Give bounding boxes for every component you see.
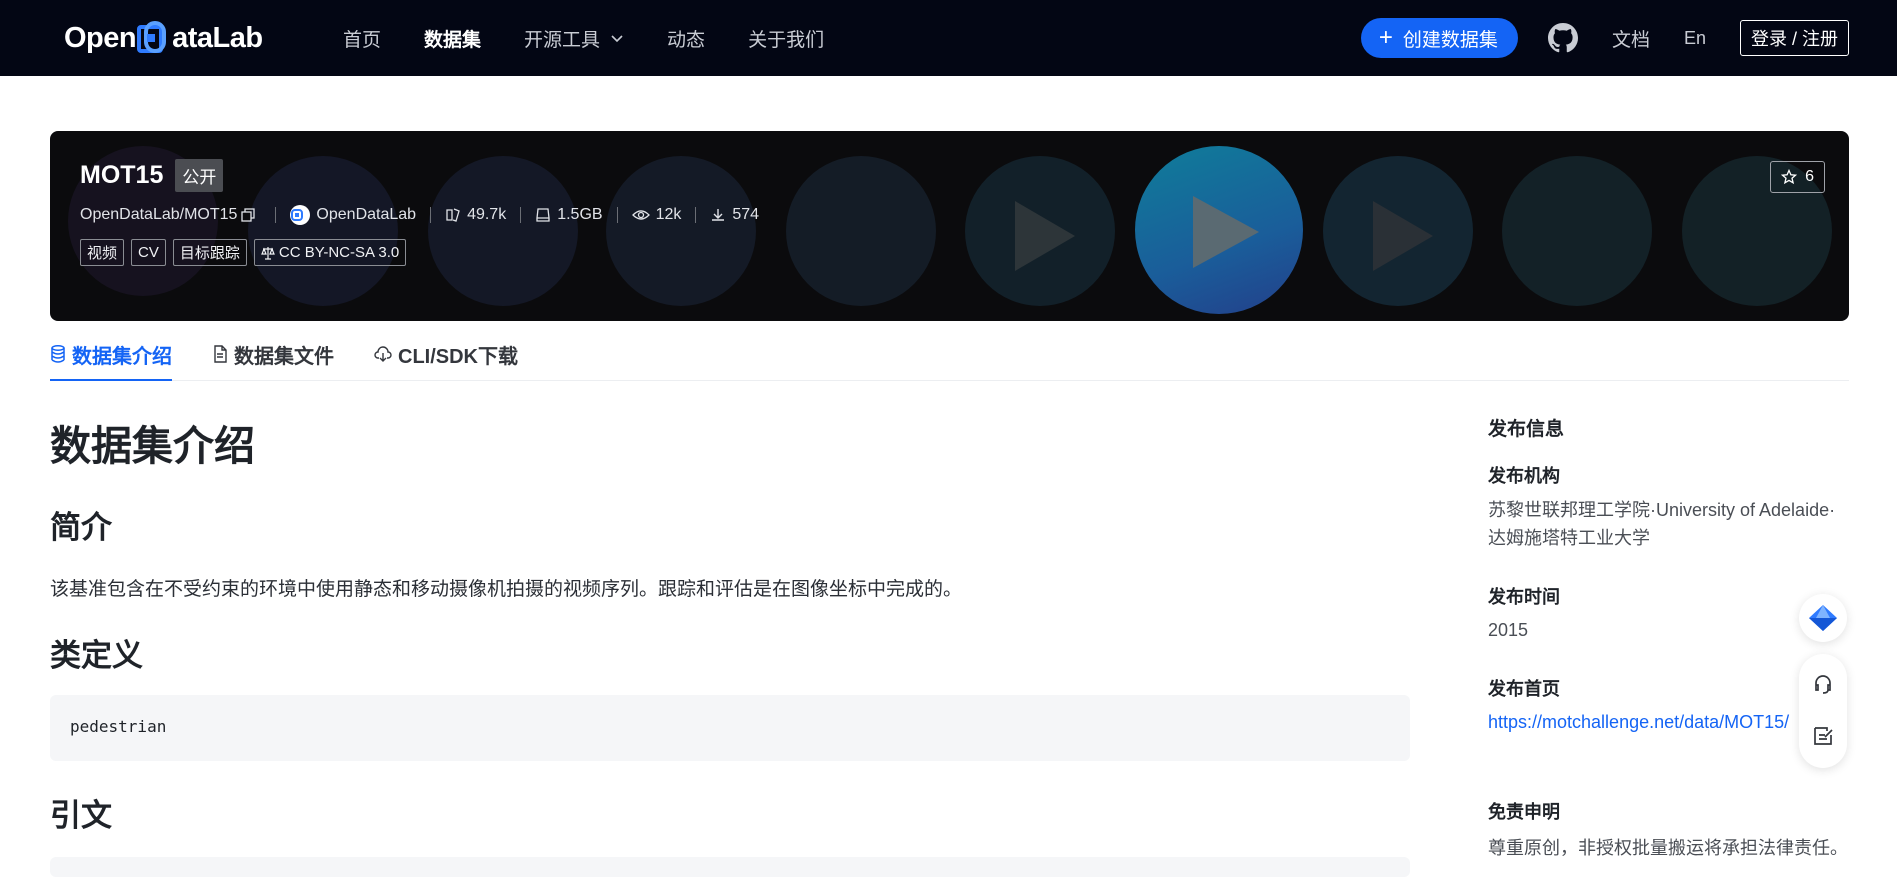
site-logo[interactable]: Open ataLab	[64, 20, 263, 56]
top-nav: Open ataLab 首页 数据集 开源工具 动态 关于我们 + 创建数据集 …	[0, 0, 1897, 76]
nav-news[interactable]: 动态	[667, 25, 705, 52]
storage-size: 1.5GB	[535, 206, 603, 224]
star-icon	[1781, 169, 1798, 185]
release-info-title: 发布信息	[1488, 419, 1565, 440]
tag-chip[interactable]: CV	[131, 239, 166, 266]
file-icon	[214, 345, 227, 363]
nav-datasets[interactable]: 数据集	[424, 25, 481, 52]
publisher-value: 苏黎世联邦理工学院·University of Adelaide·达姆施塔特工业…	[1488, 500, 1836, 548]
dataset-header: MOT15 公开 OpenDataLab/MOT15 OpenDataLab 4…	[80, 159, 759, 266]
publisher-label: 发布机构	[1488, 466, 1560, 486]
play-icon	[1015, 201, 1075, 271]
homepage-label: 发布首页	[1488, 679, 1560, 699]
release-time-value: 2015	[1488, 620, 1529, 640]
org-link[interactable]: OpenDataLab	[290, 205, 416, 225]
logo-rest-text: ataLab	[172, 21, 263, 54]
copy-icon[interactable]	[241, 208, 256, 222]
banner-decor-circle	[1323, 156, 1473, 306]
hard-drive-icon	[536, 208, 550, 222]
nav-about[interactable]: 关于我们	[748, 25, 824, 52]
headset-support-icon[interactable]	[1811, 672, 1835, 696]
section-heading: 数据集介绍	[50, 423, 255, 469]
tab-cli-sdk[interactable]: CLI/SDK下载	[374, 336, 518, 381]
dataset-tabs: 数据集介绍 数据集文件 CLI/SDK下载	[50, 336, 1849, 381]
create-dataset-button[interactable]: + 创建数据集	[1360, 18, 1518, 58]
database-icon	[51, 345, 65, 363]
opendatalab-logo-icon	[291, 209, 304, 221]
logo-d-icon	[137, 21, 167, 53]
login-register-button[interactable]: 登录 / 注册	[1739, 20, 1849, 56]
public-badge: 公开	[175, 159, 224, 192]
meta-divider	[275, 207, 277, 223]
intro-text: 该基准包含在不受约束的环境中使用静态和移动摄像机拍摄的视频序列。跟踪和评估是在图…	[50, 579, 963, 600]
tag-list: 视频 CV 目标跟踪 CC BY-NC-SA 3.0	[80, 239, 759, 266]
meta-divider	[695, 207, 697, 223]
homepage-link[interactable]: https://motchallenge.net/data/MOT15/	[1488, 712, 1789, 733]
nav-home[interactable]: 首页	[343, 25, 381, 52]
tag-chip[interactable]: 目标跟踪	[172, 239, 247, 266]
chevron-down-icon	[611, 35, 623, 43]
citation-code-block	[50, 857, 1410, 877]
class-code-block: pedestrian	[50, 695, 1410, 761]
files-icon	[446, 208, 460, 222]
star-button[interactable]: 6	[1770, 161, 1825, 193]
logo-open-text: Open	[64, 21, 137, 54]
play-icon	[1193, 196, 1259, 268]
play-icon	[1373, 201, 1433, 271]
tab-files[interactable]: 数据集文件	[212, 336, 334, 381]
dataset-meta: OpenDataLab/MOT15 OpenDataLab 49.7k 1.5G…	[80, 205, 759, 225]
assistant-button[interactable]	[1799, 594, 1847, 642]
download-icon	[712, 209, 725, 221]
floating-toolbar	[1799, 654, 1847, 768]
banner-decor-circle	[1135, 146, 1303, 314]
banner-decor-circle	[786, 156, 936, 306]
assistant-logo-icon	[1809, 605, 1837, 631]
class-definition-heading: 类定义	[50, 638, 143, 673]
dataset-title: MOT15	[80, 161, 164, 189]
license-chip[interactable]: CC BY-NC-SA 3.0	[253, 239, 407, 266]
dataset-title-row: MOT15 公开	[80, 159, 759, 192]
meta-divider	[616, 207, 618, 223]
repo-name: OpenDataLab/MOT15	[80, 206, 261, 224]
release-time-label: 发布时间	[1488, 587, 1560, 607]
nav-open-tools[interactable]: 开源工具	[524, 25, 624, 52]
eye-icon	[631, 210, 650, 220]
disclaimer-label: 免责申明	[1488, 802, 1560, 822]
docs-link[interactable]: 文档	[1612, 25, 1650, 52]
banner-decor-circle	[1502, 156, 1652, 306]
github-icon[interactable]	[1547, 23, 1578, 53]
main-nav: 首页 数据集 开源工具 动态 关于我们	[343, 0, 867, 76]
banner-decor-circle	[965, 156, 1115, 306]
download-count: 574	[710, 206, 759, 224]
intro-heading: 简介	[50, 510, 112, 545]
scale-icon	[260, 246, 275, 260]
org-avatar	[290, 205, 311, 225]
file-count: 49.7k	[445, 206, 506, 224]
plus-icon: +	[1378, 24, 1393, 51]
disclaimer-value: 尊重原创，非授权批量搬运将承担法律责任。	[1488, 838, 1848, 858]
cloud-download-icon	[374, 346, 392, 362]
nav-actions: + 创建数据集 文档 En 登录 / 注册	[1360, 0, 1849, 76]
tag-chip[interactable]: 视频	[80, 239, 125, 266]
meta-divider	[520, 207, 522, 223]
feedback-edit-icon[interactable]	[1811, 724, 1835, 748]
citation-heading: 引文	[50, 798, 112, 833]
language-toggle[interactable]: En	[1684, 28, 1706, 49]
meta-divider	[430, 207, 432, 223]
view-count: 12k	[631, 206, 681, 224]
dataset-banner: MOT15 公开 OpenDataLab/MOT15 OpenDataLab 4…	[50, 131, 1849, 321]
tab-overview[interactable]: 数据集介绍	[50, 336, 172, 381]
